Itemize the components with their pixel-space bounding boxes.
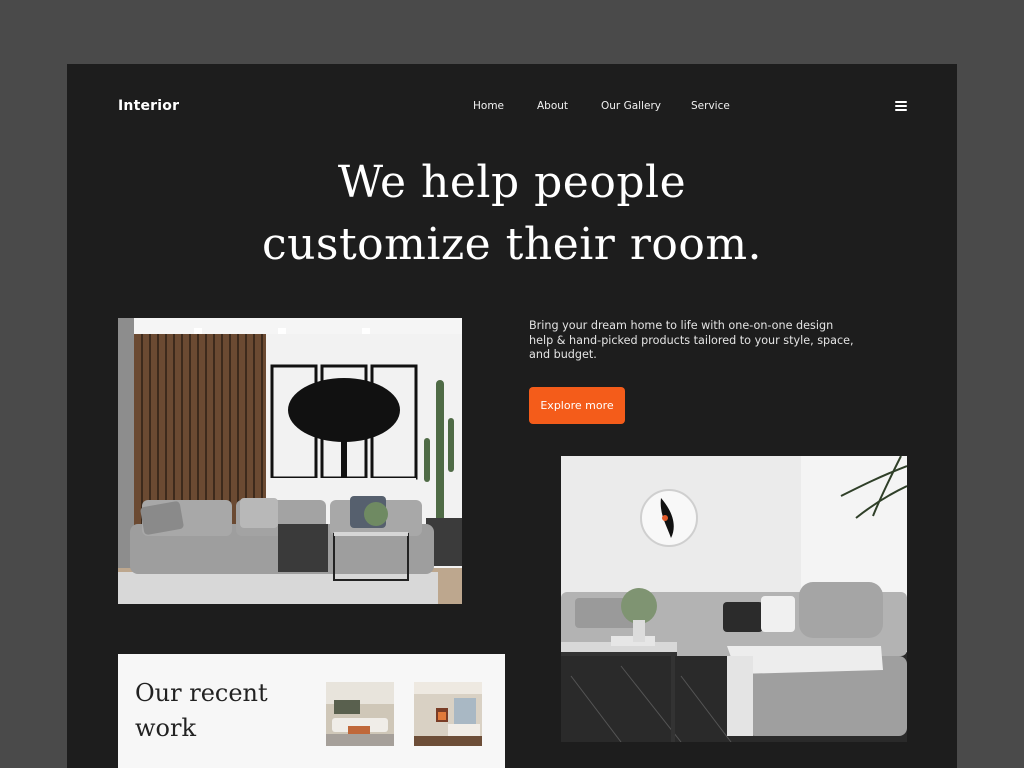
hero-headline-line-2: customize their room.: [261, 219, 763, 270]
hero-headline-line-1: We help people: [337, 157, 687, 208]
recent-work-title: Our recent work: [135, 679, 268, 742]
recent-work-thumbnail-2[interactable]: [414, 682, 482, 746]
explore-more-button[interactable]: Explore more: [529, 387, 625, 424]
nav-item-about[interactable]: About: [537, 100, 568, 112]
living-room-photo-right: [561, 456, 907, 742]
nav-item-our-gallery[interactable]: Our Gallery: [601, 100, 661, 112]
recent-work-card: Our recent work: [118, 654, 505, 768]
hero-headline: We help people customize their room.: [67, 152, 957, 276]
living-room-photo-left: [118, 318, 462, 604]
hero-description: Bring your dream home to life with one-o…: [529, 319, 854, 361]
landing-page: Interior Home About Our Gallery Service …: [67, 64, 957, 768]
nav-item-home[interactable]: Home: [473, 100, 504, 112]
logo[interactable]: Interior: [118, 98, 179, 114]
nav-item-service[interactable]: Service: [691, 100, 730, 112]
hamburger-menu-icon[interactable]: [895, 101, 907, 111]
recent-work-thumbnail-1[interactable]: [326, 682, 394, 746]
